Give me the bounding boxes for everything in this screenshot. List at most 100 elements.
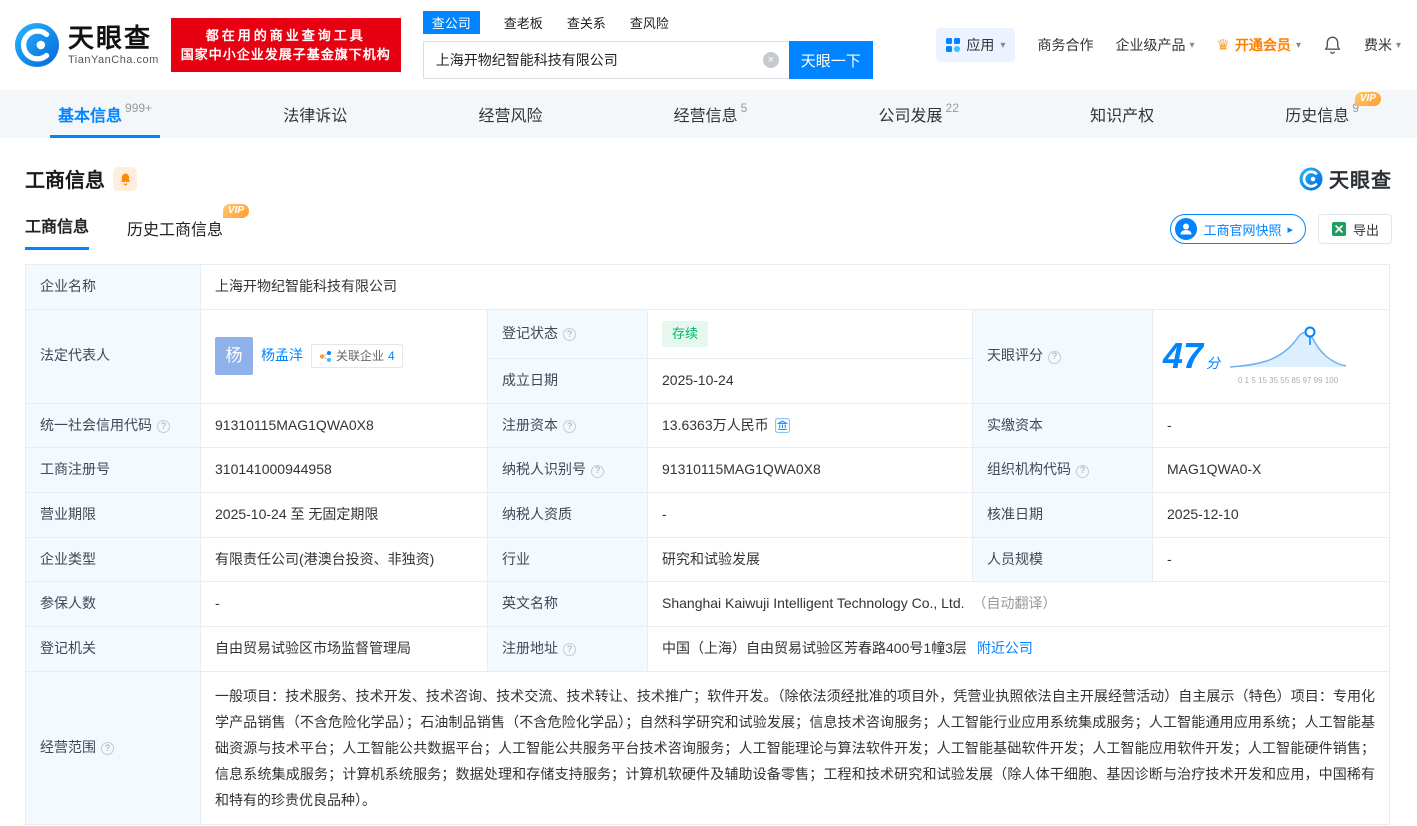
business-cooperation-link[interactable]: 商务合作: [1037, 35, 1093, 55]
vip-badge: VIP: [1355, 92, 1381, 106]
username: 费米: [1364, 35, 1392, 55]
table-row: 登记机关 自由贸易试验区市场监督管理局 注册地址? 中国（上海）自由贸易试验区芳…: [26, 626, 1390, 671]
search-tab-company[interactable]: 查公司: [423, 11, 480, 34]
export-label: 导出: [1353, 220, 1379, 239]
apps-grid-icon: [946, 38, 960, 52]
score-axis-ticks: 0 1 5 15 35 55 85 97 99 100: [1228, 375, 1348, 387]
search-tab-risk[interactable]: 查风险: [630, 13, 669, 32]
tianyancha-eye-icon: [14, 22, 60, 68]
business-term-label: 营业期限: [26, 492, 201, 537]
tab-history-info[interactable]: 历史信息 9 VIP: [1285, 90, 1359, 138]
tyc-score-value[interactable]: 47 分 0 1 5 15 35 55 85 97 99 100: [1153, 309, 1390, 403]
paid-capital-value: -: [1153, 403, 1390, 448]
help-icon[interactable]: ?: [563, 328, 576, 341]
tab-count-badge: 5: [741, 101, 748, 115]
logo-domain-text: TianYanCha.com: [68, 54, 159, 66]
english-name-value: Shanghai Kaiwuji Intelligent Technology …: [648, 582, 1390, 627]
enterprise-products-menu[interactable]: 企业级产品 ▾: [1115, 35, 1194, 55]
org-code-value: MAG1QWA0-X: [1153, 448, 1390, 493]
help-icon[interactable]: ?: [1076, 465, 1089, 478]
subscribe-bell-button[interactable]: [113, 167, 137, 191]
table-row: 工商注册号 310141000944958 纳税人识别号? 91310115MA…: [26, 448, 1390, 493]
establish-date-label: 成立日期: [488, 358, 648, 403]
search-tab-boss[interactable]: 查老板: [504, 13, 543, 32]
search-tab-relation[interactable]: 查关系: [567, 13, 606, 32]
tab-label: 知识产权: [1090, 102, 1154, 126]
top-header: 天眼查 TianYanCha.com 都在用的商业查询工具 国家中小企业发展子基…: [0, 0, 1417, 90]
arrow-right-icon: ▸: [1287, 223, 1293, 236]
insured-num-value: -: [201, 582, 488, 627]
related-companies-count: 4: [388, 347, 395, 366]
related-companies-label: 关联企业: [336, 347, 384, 366]
apps-menu[interactable]: 应用 ▾: [936, 28, 1015, 62]
tab-basic-info[interactable]: 基本信息 999+: [58, 90, 152, 138]
slogan-line-1: 都在用的商业查询工具: [181, 26, 391, 45]
vip-upgrade-label: 开通会员: [1235, 35, 1291, 55]
search-button[interactable]: 天眼一下: [789, 41, 873, 79]
table-row: 企业名称 上海开物纪智能科技有限公司: [26, 265, 1390, 310]
tab-legal-proceedings[interactable]: 法律诉讼: [283, 90, 347, 138]
tab-label: 历史信息: [1285, 102, 1349, 126]
help-icon[interactable]: ?: [563, 643, 576, 656]
industry-value: 研究和试验发展: [648, 537, 973, 582]
legal-rep-label: 法定代表人: [26, 309, 201, 403]
nearby-companies-link[interactable]: 附近公司: [977, 640, 1033, 656]
help-icon[interactable]: ?: [591, 465, 604, 478]
subtab-history-business-info[interactable]: 历史工商信息 VIP: [127, 216, 223, 250]
help-icon[interactable]: ?: [1048, 351, 1061, 364]
help-icon[interactable]: ?: [157, 420, 170, 433]
taxpayer-quality-value: -: [648, 492, 973, 537]
excel-export-icon: [1331, 221, 1347, 237]
subtab-label: 历史工商信息: [127, 222, 223, 239]
help-icon[interactable]: ?: [101, 742, 114, 755]
business-term-value: 2025-10-24 至 无固定期限: [201, 492, 488, 537]
tab-label: 公司发展: [879, 102, 943, 126]
avatar[interactable]: 杨: [215, 337, 253, 375]
legal-rep-link[interactable]: 杨孟洋: [261, 345, 303, 367]
tab-company-development[interactable]: 公司发展 22: [879, 90, 959, 138]
credit-code-value: 91310115MAG1QWA0X8: [201, 403, 488, 448]
enterprise-products-label: 企业级产品: [1115, 35, 1185, 55]
credit-code-label: 统一社会信用代码?: [26, 403, 201, 448]
company-type-label: 企业类型: [26, 537, 201, 582]
establish-date-value: 2025-10-24: [648, 358, 973, 403]
tyc-score-label: 天眼评分?: [973, 309, 1153, 403]
tab-operating-info[interactable]: 经营信息 5: [674, 90, 748, 138]
company-name-label: 企业名称: [26, 265, 201, 310]
clear-icon[interactable]: ×: [763, 52, 779, 68]
status-badge: 存续: [662, 321, 708, 347]
main-content: 工商信息 天眼查 工商信息 历史工商信息 VIP: [0, 164, 1417, 825]
tab-operating-risk[interactable]: 经营风险: [478, 90, 542, 138]
notification-bell-icon[interactable]: [1323, 35, 1342, 55]
reg-no-value: 310141000944958: [201, 448, 488, 493]
industry-label: 行业: [488, 537, 648, 582]
bank-icon[interactable]: [775, 418, 790, 433]
relation-graph-icon: [319, 350, 332, 363]
table-row: 统一社会信用代码? 91310115MAG1QWA0X8 注册资本? 13.63…: [26, 403, 1390, 448]
staff-size-value: -: [1153, 537, 1390, 582]
user-menu[interactable]: 费米 ▾: [1364, 35, 1401, 55]
org-code-label: 组织机构代码?: [973, 448, 1153, 493]
help-icon[interactable]: ?: [563, 420, 576, 433]
address-label: 注册地址?: [488, 626, 648, 671]
subtab-business-info[interactable]: 工商信息: [25, 213, 89, 250]
official-snapshot-button[interactable]: 工商官网快照 ▸: [1170, 214, 1306, 244]
reg-capital-value: 13.6363万人民币: [648, 403, 973, 448]
tab-label: 经营信息: [674, 102, 738, 126]
insured-num-label: 参保人数: [26, 582, 201, 627]
person-circle-icon: [1175, 218, 1197, 240]
chevron-down-icon: ▾: [1189, 40, 1194, 51]
chevron-down-icon: ▾: [1396, 40, 1401, 51]
table-row: 法定代表人 杨 杨孟洋 关联企业: [26, 309, 1390, 358]
tab-intellectual-property[interactable]: 知识产权: [1090, 90, 1154, 138]
table-row: 企业类型 有限责任公司(港澳台投资、非独资) 行业 研究和试验发展 人员规模 -: [26, 537, 1390, 582]
tianyancha-logo[interactable]: 天眼查 TianYanCha.com: [14, 22, 159, 68]
table-row: 经营范围? 一般项目：技术服务、技术开发、技术咨询、技术交流、技术转让、技术推广…: [26, 671, 1390, 824]
vip-upgrade-menu[interactable]: ♛ 开通会员 ▾: [1216, 35, 1300, 55]
slogan-line-2: 国家中小企业发展子基金旗下机构: [181, 45, 391, 64]
related-companies-tag[interactable]: 关联企业 4: [311, 344, 403, 369]
bell-icon: [1323, 35, 1342, 55]
search-input[interactable]: [424, 42, 789, 78]
reg-no-label: 工商注册号: [26, 448, 201, 493]
export-button[interactable]: 导出: [1318, 214, 1392, 244]
